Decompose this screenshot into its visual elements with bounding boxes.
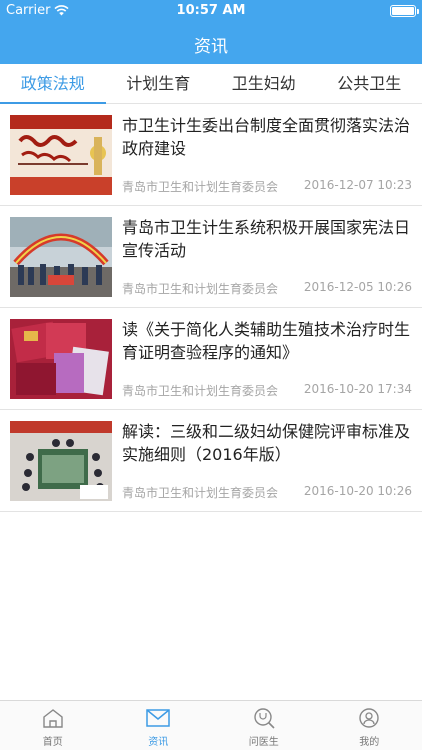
status-time: 10:57 AM [176,3,246,18]
page-title: 资讯 [194,37,228,57]
news-source: 青岛市卫生和计划生育委员会 [122,486,279,500]
news-source: 青岛市卫生和计划生育委员会 [122,180,279,194]
news-meta: 青岛市卫生和计划生育委员会 2016-12-05 10:26 [122,280,412,297]
news-meta: 青岛市卫生和计划生育委员会 2016-10-20 17:34 [122,382,412,399]
tabbar-me-label: 我的 [359,737,380,748]
news-source: 青岛市卫生和计划生育委员会 [122,384,279,398]
news-title: 青岛市卫生计生系统积极开展国家宪法日宣传活动 [122,218,411,260]
tabbar-home[interactable]: 首页 [0,701,106,750]
news-list: 市卫生计生委出台制度全面贯彻落实法治政府建设 青岛市卫生和计划生育委员会 201… [0,104,422,512]
tabbar-news-label: 资讯 [148,737,169,748]
news-title: 读《关于简化人类辅助生殖技术治疗时生育证明查验程序的通知》 [122,320,411,362]
stethoscope-search-icon [254,708,275,729]
tab-policy[interactable]: 政策法规 [0,64,106,104]
bottom-tab-bar: 首页 资讯 问医生 我的 [0,700,422,750]
tab-public-health[interactable]: 公共卫生 [317,64,422,103]
news-thumbnail [10,319,112,399]
news-thumbnail [10,115,112,195]
tab-family-planning[interactable]: 计划生育 [106,64,212,103]
home-icon [43,709,63,728]
tabbar-home-label: 首页 [42,737,63,748]
tabbar-me[interactable]: 我的 [317,701,422,750]
news-item[interactable]: 青岛市卫生计生系统积极开展国家宪法日宣传活动 青岛市卫生和计划生育委员会 201… [0,206,422,308]
user-icon [359,708,379,728]
news-date: 2016-10-20 17:34 [303,382,412,396]
news-item[interactable]: 解读：三级和二级妇幼保健院评审标准及实施细则（2016年版） 青岛市卫生和计划生… [0,410,422,512]
news-thumbnail [10,217,112,297]
tabbar-ask-doctor-label: 问医生 [248,737,279,748]
news-item[interactable]: 读《关于简化人类辅助生殖技术治疗时生育证明查验程序的通知》 青岛市卫生和计划生育… [0,308,422,410]
mail-icon [146,709,170,727]
battery-icon [390,5,419,17]
news-date: 2016-12-07 10:23 [303,178,412,192]
news-date: 2016-12-05 10:26 [303,280,412,294]
tabbar-news[interactable]: 资讯 [106,701,212,750]
status-bar: Carrier 10:57 AM [0,0,422,22]
category-tabs: 政策法规 计划生育 卫生妇幼 公共卫生 [0,64,422,104]
news-item[interactable]: 市卫生计生委出台制度全面贯彻落实法治政府建设 青岛市卫生和计划生育委员会 201… [0,104,422,206]
news-date: 2016-10-20 10:26 [303,484,412,498]
news-source: 青岛市卫生和计划生育委员会 [122,282,279,296]
app-header: Carrier 10:57 AM 资讯 [0,0,422,64]
news-title: 解读：三级和二级妇幼保健院评审标准及实施细则（2016年版） [122,422,411,464]
news-meta: 青岛市卫生和计划生育委员会 2016-10-20 10:26 [122,484,412,501]
news-meta: 青岛市卫生和计划生育委员会 2016-12-07 10:23 [122,178,412,195]
news-thumbnail [10,421,112,501]
tab-maternal-child[interactable]: 卫生妇幼 [211,64,317,103]
tabbar-ask-doctor[interactable]: 问医生 [211,701,317,750]
news-title: 市卫生计生委出台制度全面贯彻落实法治政府建设 [122,116,411,158]
